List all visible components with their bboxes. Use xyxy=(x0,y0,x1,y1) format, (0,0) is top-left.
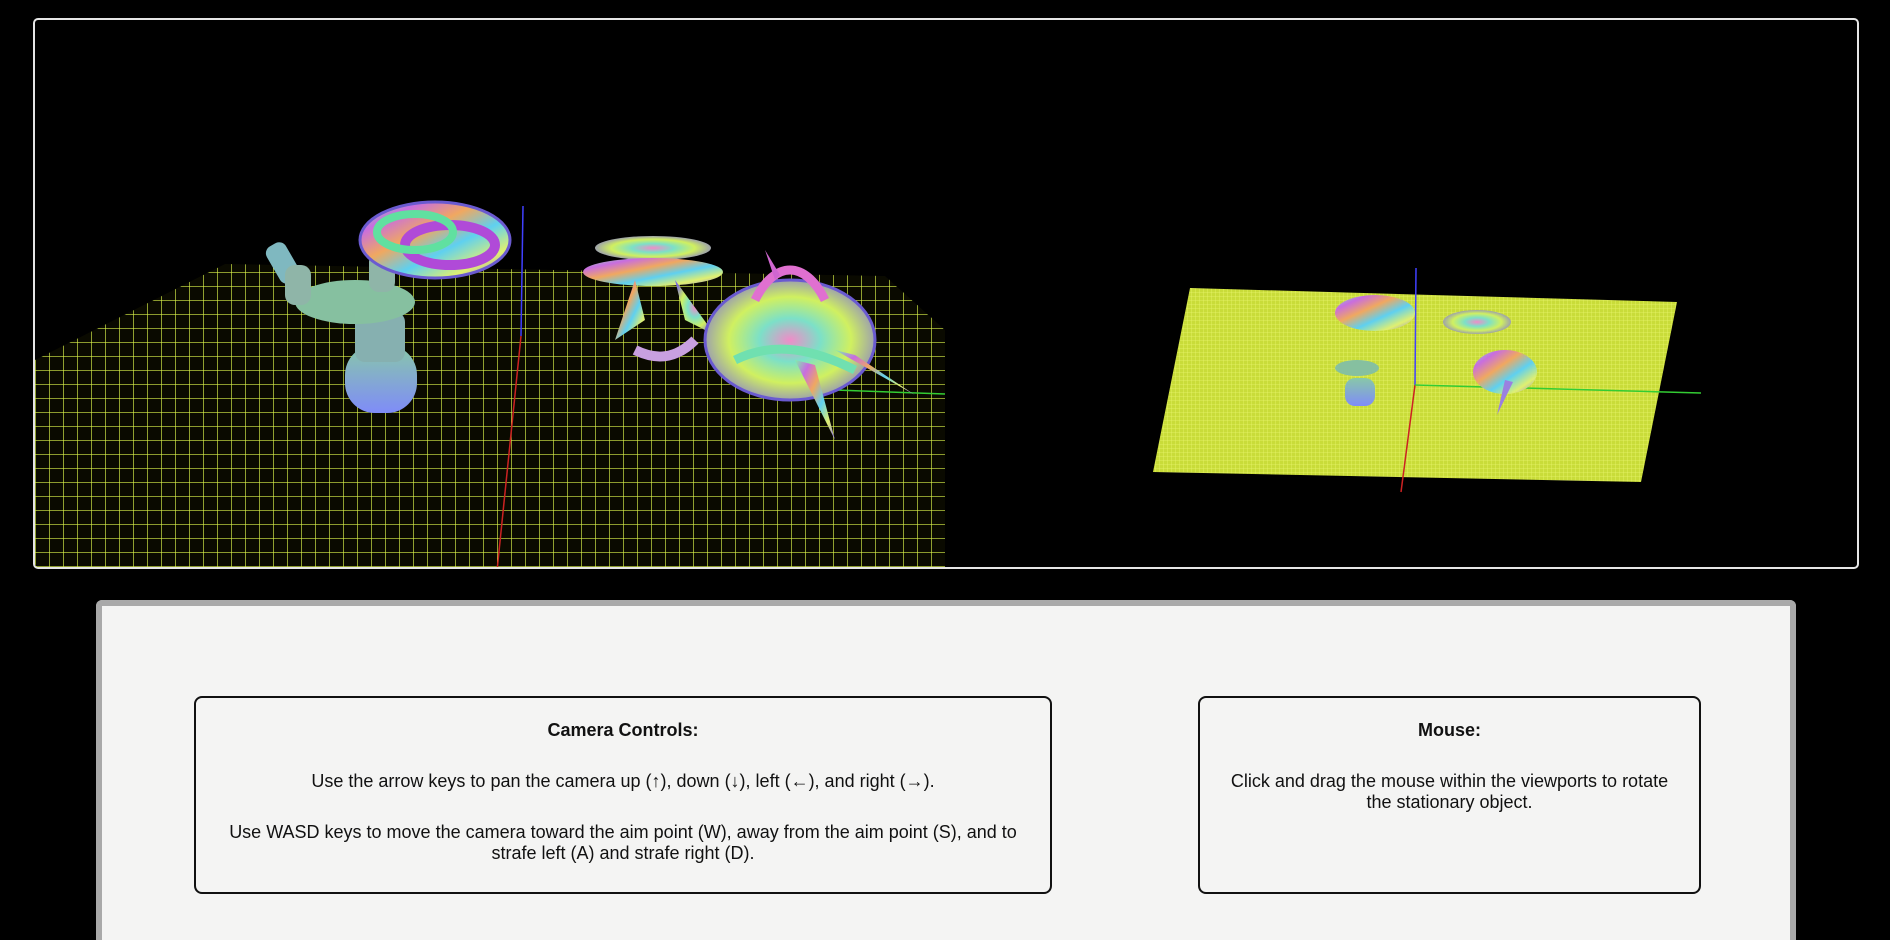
right-viewport[interactable] xyxy=(1153,267,1702,493)
axis-z-right xyxy=(1414,267,1417,386)
camera-controls-box: Camera Controls: Use the arrow keys to p… xyxy=(194,696,1052,894)
viewport-frame[interactable] xyxy=(33,18,1859,569)
mouse-controls-box: Mouse: Click and drag the mouse within t… xyxy=(1198,696,1701,894)
left-viewport[interactable] xyxy=(35,200,946,569)
camera-controls-title: Camera Controls: xyxy=(547,720,699,740)
camera-controls-wasd-text: Use WASD keys to move the camera toward … xyxy=(229,822,1017,863)
scene-svg xyxy=(35,200,1702,569)
camera-controls-arrow-text: Use the arrow keys to pan the camera up … xyxy=(311,771,935,791)
mouse-controls-text: Click and drag the mouse within the view… xyxy=(1230,771,1669,812)
torus-knot-object xyxy=(358,200,512,280)
controls-panel: Camera Controls: Use the arrow keys to p… xyxy=(96,600,1796,940)
mouse-controls-title: Mouse: xyxy=(1418,720,1481,740)
